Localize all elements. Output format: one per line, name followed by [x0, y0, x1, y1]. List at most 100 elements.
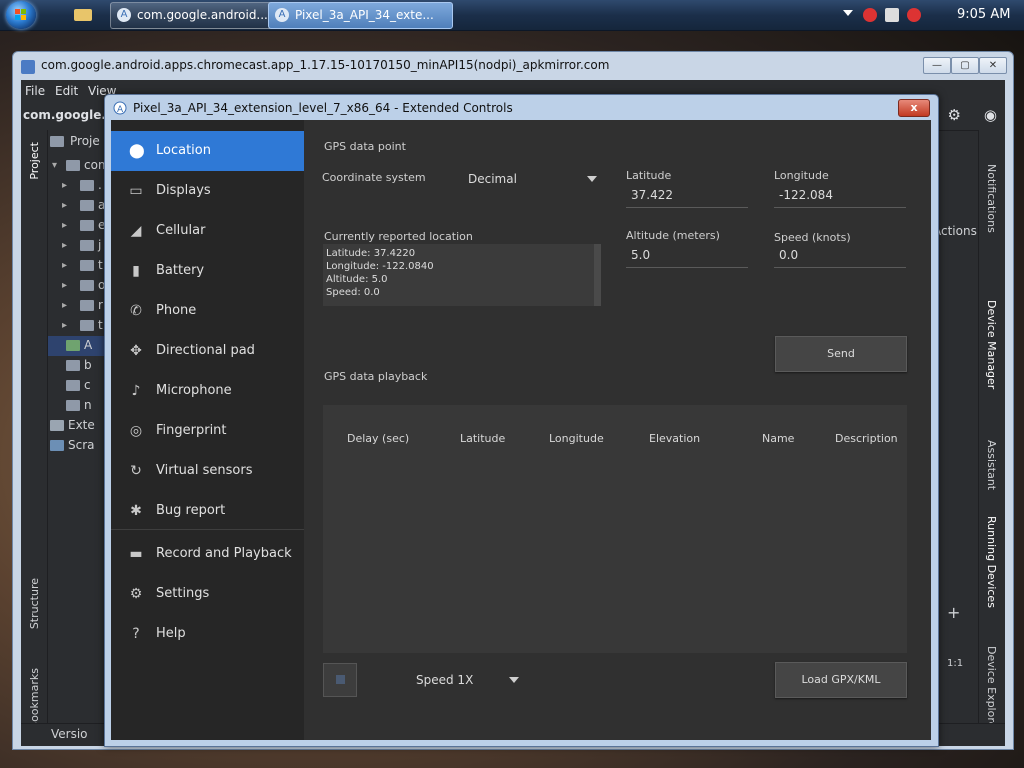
- nav-item-record-and-playback[interactable]: ▬ Record and Playback: [111, 534, 304, 574]
- structure-tool-tab[interactable]: Structure: [28, 578, 41, 629]
- currently-reported-location-text[interactable]: Latitude: 37.4220 Longitude: -122.0840 A…: [323, 244, 601, 306]
- project-tool-tab[interactable]: Project: [28, 142, 41, 180]
- reported-line: Speed: 0.0: [326, 287, 380, 298]
- scrollbar[interactable]: [594, 244, 601, 306]
- column-header-name[interactable]: Name: [762, 432, 794, 445]
- longitude-value: -122.084: [779, 188, 833, 202]
- chevron-right-icon: ▸: [62, 180, 68, 191]
- minimize-button[interactable]: —: [923, 57, 951, 74]
- zoom-ratio[interactable]: 1:1: [947, 658, 963, 669]
- nav-item-label: Virtual sensors: [156, 463, 253, 478]
- reported-line: Longitude: -122.0840: [326, 261, 434, 272]
- clock[interactable]: 9:05 AM: [957, 0, 1010, 30]
- column-header-elevation[interactable]: Elevation: [649, 432, 700, 445]
- nav-item-directional-pad[interactable]: ✥ Directional pad: [111, 331, 304, 371]
- nav-item-label: Help: [156, 626, 186, 641]
- menu-file[interactable]: File: [25, 84, 45, 98]
- bug-icon: ✱: [130, 503, 142, 519]
- send-button[interactable]: Send: [775, 336, 907, 372]
- show-hidden-icons-icon[interactable]: [843, 10, 853, 16]
- file-icon: [66, 380, 80, 391]
- zoom-in-icon[interactable]: +: [947, 603, 960, 622]
- altitude-value: 5.0: [631, 248, 651, 262]
- nav-divider: [111, 529, 304, 530]
- longitude-input[interactable]: -122.084: [774, 183, 906, 208]
- gps-data-point-heading: GPS data point: [324, 140, 406, 153]
- speed-input[interactable]: 0.0: [774, 243, 906, 268]
- notifications-tool-tab[interactable]: Notifications: [985, 164, 998, 233]
- nav-item-settings[interactable]: ⚙ Settings: [111, 574, 304, 614]
- nav-item-help[interactable]: ? Help: [111, 614, 304, 654]
- column-header-delay[interactable]: Delay (sec): [347, 432, 409, 445]
- nav-item-label: Directional pad: [156, 343, 255, 358]
- taskbar-task-android-studio[interactable]: A com.google.android....: [110, 2, 291, 29]
- gps-playback-table[interactable]: Delay (sec) Latitude Longitude Elevation…: [323, 405, 907, 653]
- folder-icon: [74, 9, 92, 21]
- column-header-longitude[interactable]: Longitude: [549, 432, 604, 445]
- volume-muted-icon[interactable]: [907, 8, 921, 22]
- taskbar-task-emulator[interactable]: A Pixel_3a_API_34_exte...: [268, 2, 453, 29]
- android-studio-icon: [21, 60, 35, 74]
- version-control-label[interactable]: Versio: [51, 727, 88, 741]
- chevron-down-icon: [587, 176, 597, 182]
- project-name[interactable]: com.google.a: [23, 108, 114, 122]
- menu-edit[interactable]: Edit: [55, 84, 78, 98]
- currently-reported-label: Currently reported location: [324, 230, 473, 243]
- close-button[interactable]: x: [898, 99, 930, 117]
- project-panel-icon: [50, 136, 64, 147]
- coordinate-system-value: Decimal: [468, 172, 517, 186]
- nav-item-fingerprint[interactable]: ◎ Fingerprint: [111, 411, 304, 451]
- dpad-icon: ✥: [130, 343, 142, 359]
- nav-item-label: Settings: [156, 586, 210, 601]
- column-header-latitude[interactable]: Latitude: [460, 432, 505, 445]
- account-icon[interactable]: ◉: [984, 106, 997, 124]
- location-panel: GPS data point Coordinate system Decimal…: [311, 120, 931, 740]
- nav-item-microphone[interactable]: ♪ Microphone: [111, 371, 304, 411]
- scratches-label: Scra: [68, 438, 95, 452]
- settings-gear-icon[interactable]: ⚙: [948, 106, 961, 124]
- start-button[interactable]: [6, 1, 36, 29]
- nav-item-location[interactable]: ⬤ Location: [111, 131, 304, 171]
- playback-speed-select[interactable]: Speed 1X: [411, 668, 523, 692]
- nav-item-phone[interactable]: ✆ Phone: [111, 291, 304, 331]
- nav-item-cellular[interactable]: ◢ Cellular: [111, 211, 304, 251]
- tree-label: b: [84, 358, 92, 372]
- load-gpx-kml-button[interactable]: Load GPX/KML: [775, 662, 907, 698]
- column-header-description[interactable]: Description: [835, 432, 898, 445]
- network-icon[interactable]: [885, 8, 899, 22]
- device-explorer-tool-tab[interactable]: Device Explorer: [985, 646, 998, 733]
- nav-item-virtual-sensors[interactable]: ↻ Virtual sensors: [111, 451, 304, 491]
- fingerprint-icon: ◎: [129, 423, 143, 439]
- assistant-tool-tab[interactable]: Assistant: [985, 440, 998, 490]
- folder-icon: [80, 240, 94, 251]
- chevron-right-icon: ▸: [62, 280, 68, 291]
- play-icon: [336, 675, 345, 684]
- running-devices-tool-tab[interactable]: Running Devices: [985, 516, 998, 608]
- extended-controls-dialog: A Pixel_3a_API_34_extension_level_7_x86_…: [104, 94, 939, 747]
- close-button[interactable]: ✕: [979, 57, 1007, 74]
- maximize-button[interactable]: ▢: [951, 57, 979, 74]
- device-manager-tool-tab[interactable]: Device Manager: [985, 300, 998, 389]
- chevron-right-icon: ▸: [62, 300, 68, 311]
- file-explorer-taskbar-button[interactable]: [68, 4, 98, 26]
- altitude-input[interactable]: 5.0: [626, 243, 748, 268]
- nav-item-battery[interactable]: ▮ Battery: [111, 251, 304, 291]
- latitude-input[interactable]: 37.422: [626, 183, 748, 208]
- folder-icon: [80, 220, 94, 231]
- nav-item-displays[interactable]: ▭ Displays: [111, 171, 304, 211]
- actions-label[interactable]: Actions: [933, 224, 977, 238]
- bookmarks-tool-tab[interactable]: Bookmarks: [28, 668, 41, 729]
- chevron-right-icon: ▸: [62, 320, 68, 331]
- gps-playback-heading: GPS data playback: [324, 370, 428, 383]
- play-button[interactable]: [323, 663, 357, 697]
- nav-item-label: Record and Playback: [156, 546, 292, 561]
- chevron-right-icon: ▸: [62, 200, 68, 211]
- external-libraries-label: Exte: [68, 418, 95, 432]
- security-alert-icon[interactable]: [863, 8, 877, 22]
- folder-icon: [80, 300, 94, 311]
- nav-item-bug-report[interactable]: ✱ Bug report: [111, 491, 304, 531]
- folder-icon: [80, 260, 94, 271]
- tree-label: n: [84, 398, 92, 412]
- record-icon: ▬: [129, 546, 143, 562]
- coordinate-system-select[interactable]: Decimal: [463, 167, 601, 191]
